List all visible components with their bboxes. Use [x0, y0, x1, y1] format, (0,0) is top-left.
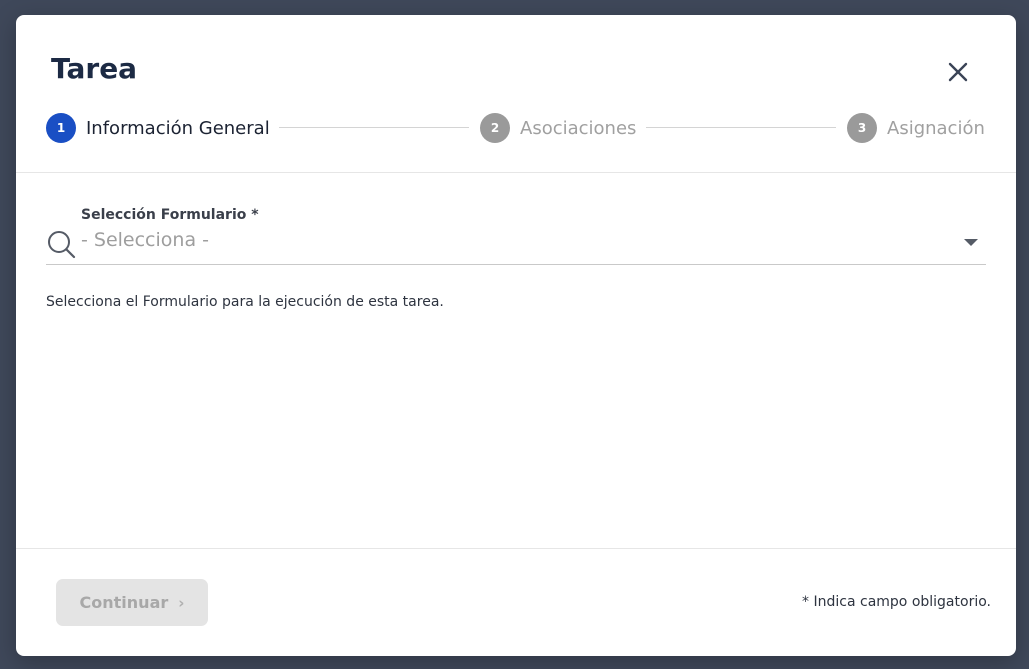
step-label: Información General: [86, 117, 270, 139]
helper-text: Selecciona el Formulario para la ejecuci…: [46, 294, 444, 310]
search-icon: [48, 231, 76, 259]
continue-button[interactable]: Continuar ›: [56, 579, 208, 626]
step-connector: [646, 127, 836, 128]
step-informacion-general[interactable]: 1 Información General: [46, 113, 270, 143]
step-label: Asignación: [887, 117, 985, 139]
close-icon: [948, 62, 968, 82]
step-connector: [279, 127, 469, 128]
header-divider: [16, 172, 1016, 173]
stepper: 1 Información General 2 Asociaciones 3 A…: [46, 113, 986, 143]
close-button[interactable]: [943, 57, 973, 87]
select-value: - Selecciona -: [81, 229, 209, 251]
footer-divider: [16, 548, 1016, 549]
chevron-right-icon: ›: [178, 593, 185, 612]
step-number-badge: 2: [480, 113, 510, 143]
required-note: * Indica campo obligatorio.: [802, 594, 991, 610]
formulario-select[interactable]: Selección Formulario * - Selecciona -: [46, 205, 986, 265]
caret-down-icon[interactable]: [964, 239, 978, 246]
dialog-title: Tarea: [51, 52, 138, 85]
field-label: Selección Formulario *: [81, 207, 259, 223]
continue-label: Continuar: [79, 593, 169, 612]
step-number-badge: 1: [46, 113, 76, 143]
step-asignacion[interactable]: 3 Asignación: [847, 113, 985, 143]
task-dialog: Tarea 1 Información General 2 Asociacion…: [16, 15, 1016, 656]
step-label: Asociaciones: [520, 117, 637, 139]
step-asociaciones[interactable]: 2 Asociaciones: [480, 113, 636, 143]
step-number-badge: 3: [847, 113, 877, 143]
